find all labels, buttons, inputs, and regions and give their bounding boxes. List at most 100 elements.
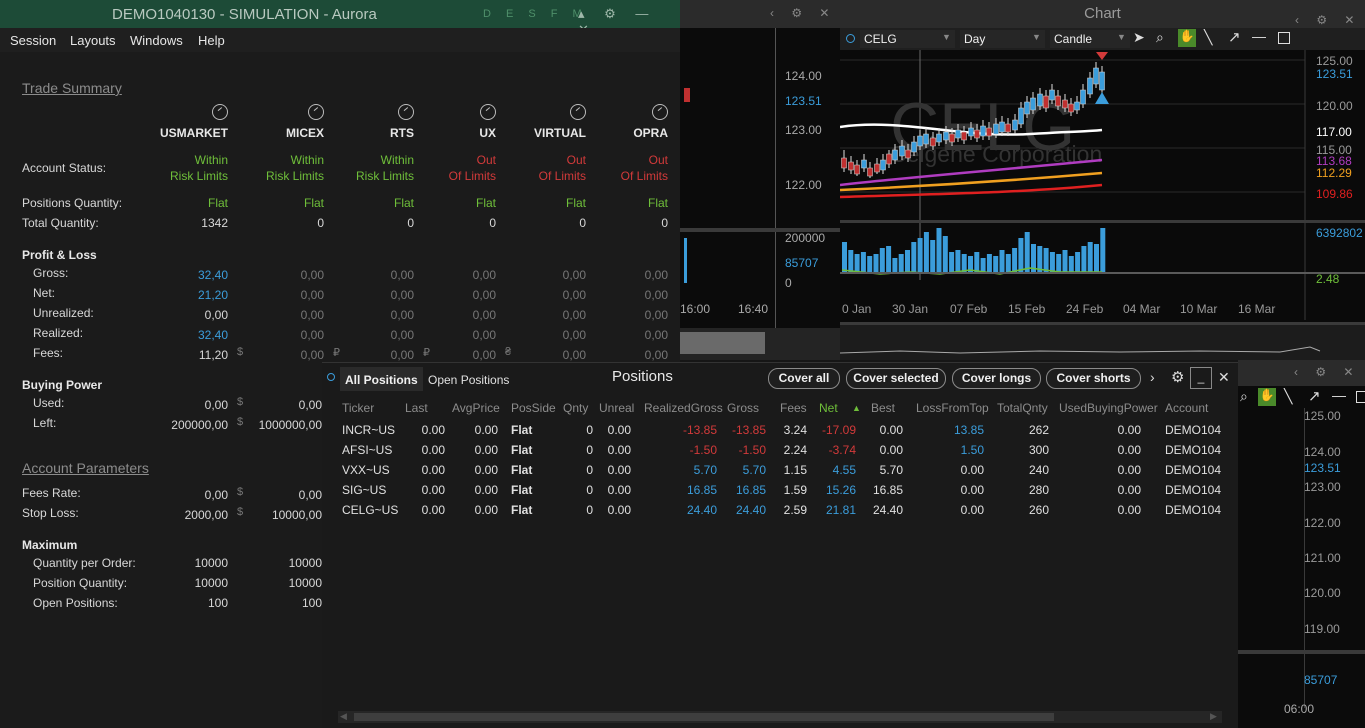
style-select[interactable]: Candle ▼: [1050, 30, 1130, 48]
gear-icon[interactable]: ⚙: [1171, 368, 1184, 386]
table-cell: VXX~US: [342, 463, 390, 477]
candle-body: [999, 121, 1005, 133]
column-header[interactable]: Gross: [727, 401, 759, 415]
positions-h-scrollbar[interactable]: ◀ ▶: [338, 711, 1222, 723]
volume-bar: [942, 236, 948, 272]
line-tool-icon[interactable]: ╲: [1204, 29, 1212, 46]
arrow-tool-icon[interactable]: ↗: [1308, 387, 1321, 405]
table-row[interactable]: SIG~US 0.00 0.00 Flat 0 0.00 16.85 16.85 1.59 15.…: [322, 481, 1238, 501]
column-header[interactable]: Unreal: [599, 401, 634, 415]
column-header[interactable]: PosSide: [511, 401, 556, 415]
table-cell: 13.85: [953, 423, 984, 437]
right-price-label: 124.00: [1304, 445, 1341, 459]
table-cell: 0.00: [474, 423, 498, 437]
table-row[interactable]: INCR~US 0.00 0.00 Flat 0 0.00 -13.85 -13.85 3.24…: [322, 421, 1238, 441]
pq-value: 10000: [288, 576, 322, 590]
tab-open-positions[interactable]: Open Positions: [428, 373, 509, 387]
table-row[interactable]: AFSI~US 0.00 0.00 Flat 0 0.00 -1.50 -1.50 2.24 -3…: [322, 441, 1238, 461]
realized-value: 0,00: [472, 328, 496, 342]
price-label: 123.51: [1316, 67, 1353, 81]
column-header[interactable]: Last: [405, 401, 428, 415]
menu-layouts[interactable]: Layouts: [70, 33, 116, 48]
cover-all-button[interactable]: Cover all: [768, 368, 840, 389]
chevron-right-icon[interactable]: ›: [1150, 369, 1155, 385]
fees-value: 11,20: [198, 348, 228, 362]
gauge-icon[interactable]: [652, 104, 668, 120]
menu-windows[interactable]: Windows: [130, 33, 183, 48]
volume-bar: [974, 252, 980, 272]
hline-tool-icon[interactable]: —: [1332, 387, 1346, 403]
cover-shorts-button[interactable]: Cover shorts: [1046, 368, 1141, 389]
minimize-button[interactable]: _: [1190, 367, 1212, 389]
table-cell: DEMO104: [1165, 443, 1222, 457]
volume-bar: [949, 252, 955, 272]
hand-icon[interactable]: ✋: [1258, 388, 1276, 406]
gauge-icon[interactable]: [308, 104, 324, 120]
right-chart-panel[interactable]: ⌕ ✋ ╲ ↗ — 125.00 124.00 123.51 123.00 12…: [1238, 386, 1365, 728]
left-label: Left:: [33, 416, 57, 430]
account-status-line1: Out: [476, 153, 496, 167]
column-header[interactable]: RealizedGross: [644, 401, 723, 415]
column-header[interactable]: Net: [819, 401, 838, 415]
gauge-icon[interactable]: [570, 104, 586, 120]
column-header[interactable]: Best: [871, 401, 895, 415]
account-status-label: Account Status:: [22, 161, 107, 175]
gauge-icon[interactable]: [480, 104, 496, 120]
rect-tool-icon[interactable]: [1356, 391, 1365, 403]
gauge-icon[interactable]: [398, 104, 414, 120]
layout-shortcut-icons[interactable]: D E S F M: [483, 8, 588, 20]
column-header[interactable]: UsedBuyingPower: [1059, 401, 1158, 415]
volume-bar: [860, 252, 866, 272]
link-dot-icon[interactable]: [327, 373, 335, 381]
candle-body: [1037, 93, 1043, 107]
candle-body: [980, 125, 986, 137]
column-header[interactable]: Ticker: [342, 401, 374, 415]
column-header[interactable]: TotalQnty: [997, 401, 1048, 415]
scroll-left-icon[interactable]: ◀: [340, 711, 347, 722]
account-status-line2: Risk Limits: [169, 169, 228, 183]
menu-session[interactable]: Session: [10, 33, 56, 48]
chevron-down-icon: ▼: [942, 32, 951, 42]
mid-navigator[interactable]: [680, 328, 840, 360]
close-icon[interactable]: ✕: [1218, 369, 1230, 386]
zoom-icon[interactable]: ⌕: [1156, 29, 1164, 46]
window-title: DEMO1040130 - SIMULATION - Aurora: [112, 6, 377, 23]
column-header[interactable]: AvgPrice: [452, 401, 500, 415]
symbol-select[interactable]: CELG ▼: [860, 30, 955, 48]
gauge-icon[interactable]: [212, 104, 228, 120]
menu-help[interactable]: Help: [198, 33, 225, 48]
mid-chart-panel[interactable]: 124.00 123.51 123.00 122.00 200000 85707…: [680, 28, 840, 328]
gross-label: Gross:: [33, 266, 69, 280]
column-header[interactable]: Account: [1165, 401, 1208, 415]
table-row[interactable]: CELG~US 0.00 0.00 Flat 0 0.00 24.40 24.40 2.59 21…: [322, 501, 1238, 521]
volume-value: 6392802: [1316, 226, 1363, 240]
sort-asc-icon[interactable]: ▲: [852, 403, 861, 413]
chart-navigator[interactable]: [840, 322, 1365, 360]
account-parameters-link[interactable]: Account Parameters: [22, 460, 149, 476]
column-header[interactable]: Qnty: [563, 401, 588, 415]
table-cell: 0.00: [421, 443, 445, 457]
zoom-icon[interactable]: ⌕: [1240, 388, 1248, 405]
column-header[interactable]: LossFromTop: [916, 401, 989, 415]
right-chart-window-controls[interactable]: ‹ ⚙ ✕: [1294, 365, 1360, 379]
cover-selected-button[interactable]: Cover selected: [846, 368, 946, 389]
scrollbar-thumb[interactable]: [354, 713, 1054, 721]
hline-tool-icon[interactable]: —: [1252, 28, 1266, 44]
table-row[interactable]: VXX~US 0.00 0.00 Flat 0 0.00 5.70 5.70 1.15 4.55 5…: [322, 461, 1238, 481]
link-dot-icon[interactable]: [846, 34, 855, 43]
unrealized-value: 0,00: [204, 308, 228, 322]
scroll-right-icon[interactable]: ▶: [1210, 711, 1217, 722]
interval-select[interactable]: Day ▼: [960, 30, 1045, 48]
tab-all-positions[interactable]: All Positions: [340, 367, 423, 391]
mid-chart-window-controls[interactable]: ‹ ⚙ ✕: [770, 6, 836, 20]
candle-body: [867, 167, 873, 177]
candle-chart[interactable]: CELG Celgene Corporation: [840, 50, 1365, 320]
arrow-tool-icon[interactable]: ↗: [1228, 28, 1241, 46]
line-tool-icon[interactable]: ╲: [1284, 388, 1292, 405]
rect-tool-icon[interactable]: [1278, 32, 1290, 44]
cover-longs-button[interactable]: Cover longs: [952, 368, 1041, 389]
column-header[interactable]: Fees: [780, 401, 807, 415]
hand-icon[interactable]: ✋: [1178, 29, 1196, 47]
trade-summary-link[interactable]: Trade Summary: [22, 80, 122, 96]
cursor-icon[interactable]: ➤: [1133, 29, 1145, 46]
